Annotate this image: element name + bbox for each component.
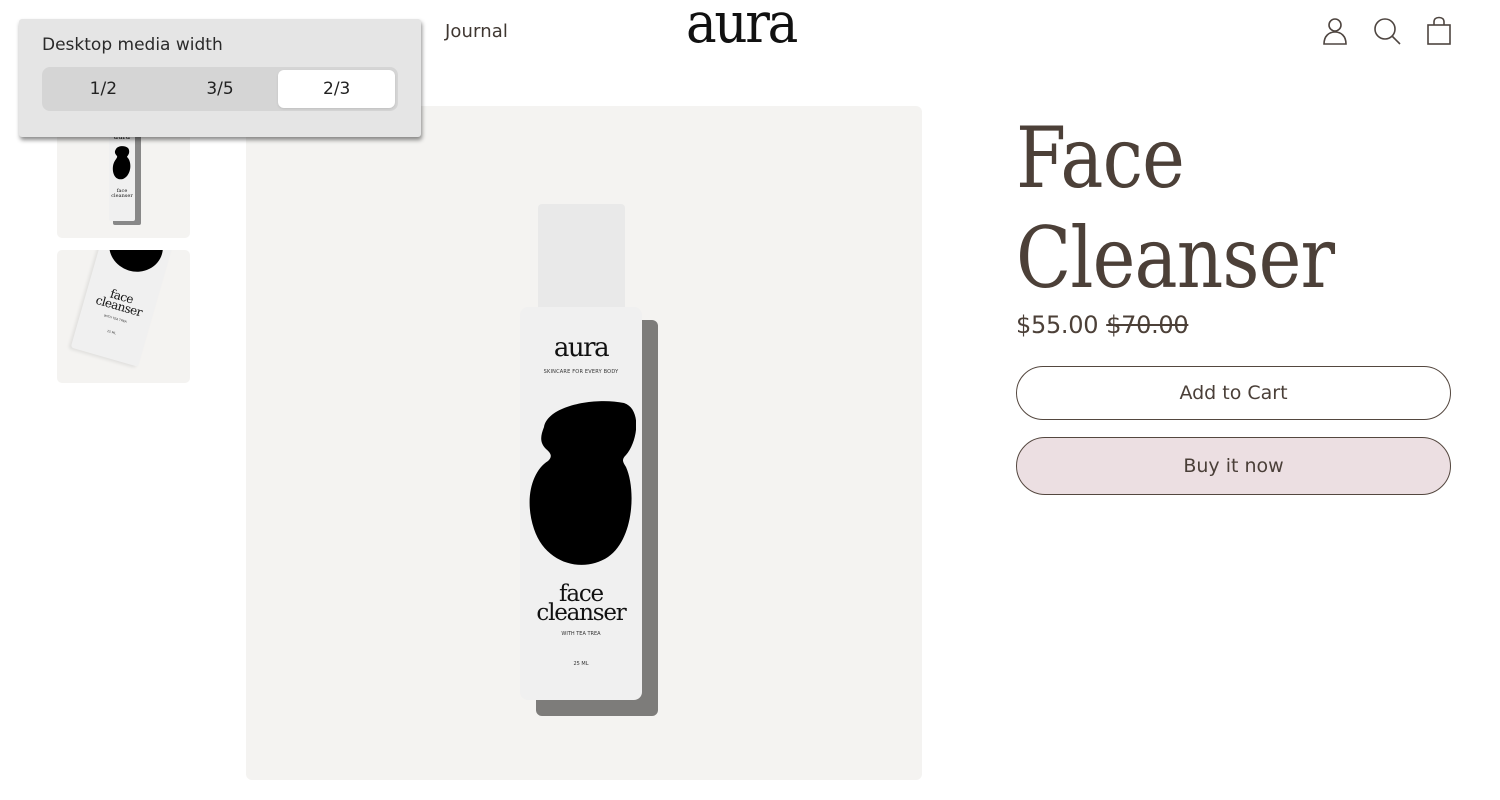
thumbnail-product-image: aura face cleanser [109, 129, 141, 229]
bottle-name-line2: cleanser [536, 600, 626, 626]
media-width-popover: Desktop media width 1/2 3/5 2/3 [19, 19, 421, 137]
blob-graphic [529, 401, 636, 565]
cart-icon [1427, 16, 1451, 45]
media-width-option-1-2[interactable]: 1/2 [45, 70, 162, 108]
bottle-subtitle: WITH TEA TREA [561, 631, 601, 637]
blob-graphic [112, 146, 131, 180]
add-to-cart-button[interactable]: Add to Cart [1016, 366, 1451, 420]
product-title-line1: Face [1016, 109, 1185, 207]
account-button[interactable] [1318, 14, 1352, 48]
bottle-body: aura SKINCARE FOR EVERY BODY face cleanse… [520, 307, 642, 700]
price-block: $55.00 $70.00 [1016, 311, 1189, 339]
bottle-volume: 25 ML [573, 661, 589, 667]
bottle-cap [538, 204, 625, 309]
header-icons [1318, 14, 1456, 48]
media-width-option-3-5[interactable]: 3/5 [162, 70, 279, 108]
bottle-tagline: SKINCARE FOR EVERY BODY [543, 369, 619, 375]
thumb-name-line2: cleanser [111, 193, 133, 199]
cart-button[interactable] [1422, 14, 1456, 48]
search-button[interactable] [1370, 14, 1404, 48]
thumbnail-2[interactable]: face cleanser WITH TEA TREA 25 ML [57, 250, 190, 383]
nav-link-journal[interactable]: Journal [445, 21, 508, 42]
bottle-brand: aura [553, 333, 610, 363]
media-width-option-2-3[interactable]: 2/3 [278, 70, 396, 108]
thumbnail-product-image: face cleanser WITH TEA TREA 25 ML [70, 250, 180, 367]
search-icon [1374, 18, 1401, 45]
logo[interactable]: aura [686, 0, 798, 52]
main-product-image[interactable]: aura SKINCARE FOR EVERY BODY face cleanse… [246, 106, 922, 780]
product-bottle: aura SKINCARE FOR EVERY BODY face cleanse… [520, 204, 660, 719]
blob-graphic [103, 250, 169, 279]
product-title-line2: Cleanser [1016, 209, 1335, 307]
account-icon [1323, 18, 1347, 45]
sale-price: $55.00 [1016, 311, 1099, 339]
popover-label: Desktop media width [42, 35, 223, 55]
compare-price: $70.00 [1106, 311, 1189, 339]
buy-now-button[interactable]: Buy it now [1016, 437, 1451, 495]
media-width-segmented-control: 1/2 3/5 2/3 [42, 67, 398, 111]
product-title: Face Cleanser [1016, 108, 1335, 308]
